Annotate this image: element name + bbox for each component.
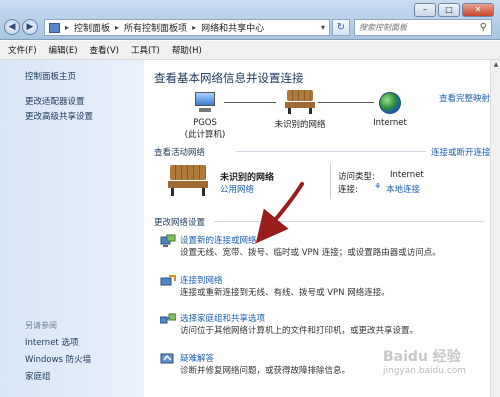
connect-network-icon <box>160 275 176 286</box>
task-description: 访问位于其他网络计算机上的文件和打印机，或更改共享设置。 <box>180 326 419 336</box>
homegroup-sharing-icon <box>160 313 176 324</box>
back-arrow-icon[interactable]: ◀ <box>4 19 20 35</box>
address-bar[interactable]: ▸ 控制面板 ▸ 所有控制面板项 ▸ 网络和共享中心 ▾ <box>44 19 330 36</box>
window-controls: – □ ✕ <box>414 3 494 17</box>
title-bar: – □ ✕ ◀ ▶ ▸ 控制面板 ▸ 所有控制面板项 ▸ 网络和共享中心 ▾ ↻… <box>0 0 500 40</box>
breadcrumb-all-items[interactable]: 所有控制面板项 <box>124 21 187 34</box>
network-type-link[interactable]: 公用网络 <box>220 183 254 195</box>
globe-icon <box>379 92 401 114</box>
map-node-network[interactable]: 未识别的网络 <box>268 90 332 130</box>
breadcrumb-separator: ▸ <box>192 23 197 32</box>
access-type-label: 访问类型: <box>338 172 375 182</box>
map-connection-line <box>318 102 374 103</box>
menu-file[interactable]: 文件(F) <box>8 44 37 56</box>
see-also-heading: 另请参阅 <box>25 321 57 330</box>
ethernet-icon: ⚘ <box>374 182 382 192</box>
map-node-label: Internet <box>373 118 407 128</box>
homegroup-sharing-link[interactable]: 选择家庭组和共享选项 <box>180 312 265 324</box>
access-type-value: Internet <box>390 170 424 180</box>
bench-network-icon <box>285 90 315 114</box>
map-node-label: 未识别的网络 <box>274 120 326 130</box>
maximize-button[interactable]: □ <box>438 3 460 17</box>
change-adapter-settings-link[interactable]: 更改适配器设置 <box>25 95 85 107</box>
close-button[interactable]: ✕ <box>462 3 494 17</box>
connect-disconnect-link[interactable]: 连接或断开连接 <box>431 146 491 158</box>
task-description: 连接或重新连接到无线、有线、拨号或 VPN 网络连接。 <box>180 288 390 298</box>
internet-options-link[interactable]: Internet 选项 <box>25 336 78 348</box>
control-panel-icon <box>49 22 60 33</box>
task-description: 设置无线、宽带、拨号、临时或 VPN 连接；或设置路由器或访问点。 <box>180 248 441 258</box>
menu-view[interactable]: 查看(V) <box>90 44 119 56</box>
bench-network-icon <box>168 165 208 197</box>
menu-bar: 文件(F) 编辑(E) 查看(V) 工具(T) 帮助(H) <box>0 41 500 60</box>
minimize-button[interactable]: – <box>414 3 436 17</box>
change-advanced-sharing-link[interactable]: 更改高级共享设置 <box>25 110 93 122</box>
active-network <box>168 165 228 199</box>
menu-tools[interactable]: 工具(T) <box>131 44 160 56</box>
connect-to-network-link[interactable]: 连接到网络 <box>180 274 223 286</box>
page-title: 查看基本网络信息并设置连接 <box>154 71 304 85</box>
map-node-computer[interactable]: PGOS (此计算机) <box>180 92 230 140</box>
map-node-sublabel: (此计算机) <box>184 130 226 140</box>
computer-icon <box>192 92 218 114</box>
watermark: Baidu 经验 jingyan.baidu.com <box>383 346 466 376</box>
search-input[interactable] <box>359 23 469 32</box>
forward-arrow-icon[interactable]: ▶ <box>22 19 38 35</box>
menu-edit[interactable]: 编辑(E) <box>49 44 78 56</box>
windows-firewall-link[interactable]: Windows 防火墙 <box>25 353 91 365</box>
menu-help[interactable]: 帮助(H) <box>172 44 202 56</box>
task-setup-connection: 设置新的连接或网络 设置无线、宽带、拨号、临时或 VPN 连接；或设置路由器或访… <box>160 234 480 260</box>
search-box[interactable]: ⚲ <box>354 19 492 36</box>
map-node-label: PGOS <box>193 118 217 128</box>
troubleshoot-icon <box>160 353 174 364</box>
nav-buttons: ◀ ▶ <box>4 19 38 35</box>
address-dropdown-icon[interactable]: ▾ <box>321 23 325 32</box>
watermark-brand: Baidu 经验 <box>383 349 461 365</box>
task-homegroup: 选择家庭组和共享选项 访问位于其他网络计算机上的文件和打印机，或更改共享设置。 <box>160 312 480 338</box>
troubleshoot-link[interactable]: 疑难解答 <box>180 352 214 364</box>
task-connect-network: 连接到网络 连接或重新连接到无线、有线、拨号或 VPN 网络连接。 <box>160 274 480 300</box>
refresh-icon[interactable]: ↻ <box>332 19 350 36</box>
breadcrumb-network-center[interactable]: 网络和共享中心 <box>201 21 264 34</box>
scroll-up-icon[interactable]: ▲ <box>491 60 500 70</box>
change-settings-heading: 更改网络设置 <box>154 218 206 228</box>
setup-connection-icon <box>160 234 176 247</box>
active-networks-heading: 查看活动网络 <box>154 148 206 158</box>
search-icon[interactable]: ⚲ <box>480 22 487 33</box>
homegroup-link[interactable]: 家庭组 <box>25 370 51 382</box>
control-panel-home-link[interactable]: 控制面板主页 <box>25 70 76 82</box>
breadcrumb-separator: ▸ <box>65 23 70 32</box>
breadcrumb-separator: ▸ <box>115 23 120 32</box>
divider <box>330 163 331 199</box>
view-full-map-link[interactable]: 查看完整映射 <box>439 92 490 104</box>
setup-connection-link[interactable]: 设置新的连接或网络 <box>180 234 257 246</box>
local-connection-link[interactable]: 本地连接 <box>386 183 420 195</box>
watermark-url: jingyan.baidu.com <box>383 366 467 376</box>
connections-label: 连接: <box>338 185 358 195</box>
left-pane: 控制面板主页 更改适配器设置 更改高级共享设置 另请参阅 Internet 选项… <box>0 60 144 397</box>
divider <box>214 221 484 222</box>
task-description: 诊断并修复网络问题，或获得故障排除信息。 <box>180 366 351 376</box>
divider <box>236 151 426 152</box>
vertical-scrollbar[interactable]: ▲ <box>490 60 500 397</box>
map-node-internet[interactable]: Internet <box>368 92 412 128</box>
network-name: 未识别的网络 <box>220 173 275 183</box>
breadcrumb-control-panel[interactable]: 控制面板 <box>74 21 110 34</box>
